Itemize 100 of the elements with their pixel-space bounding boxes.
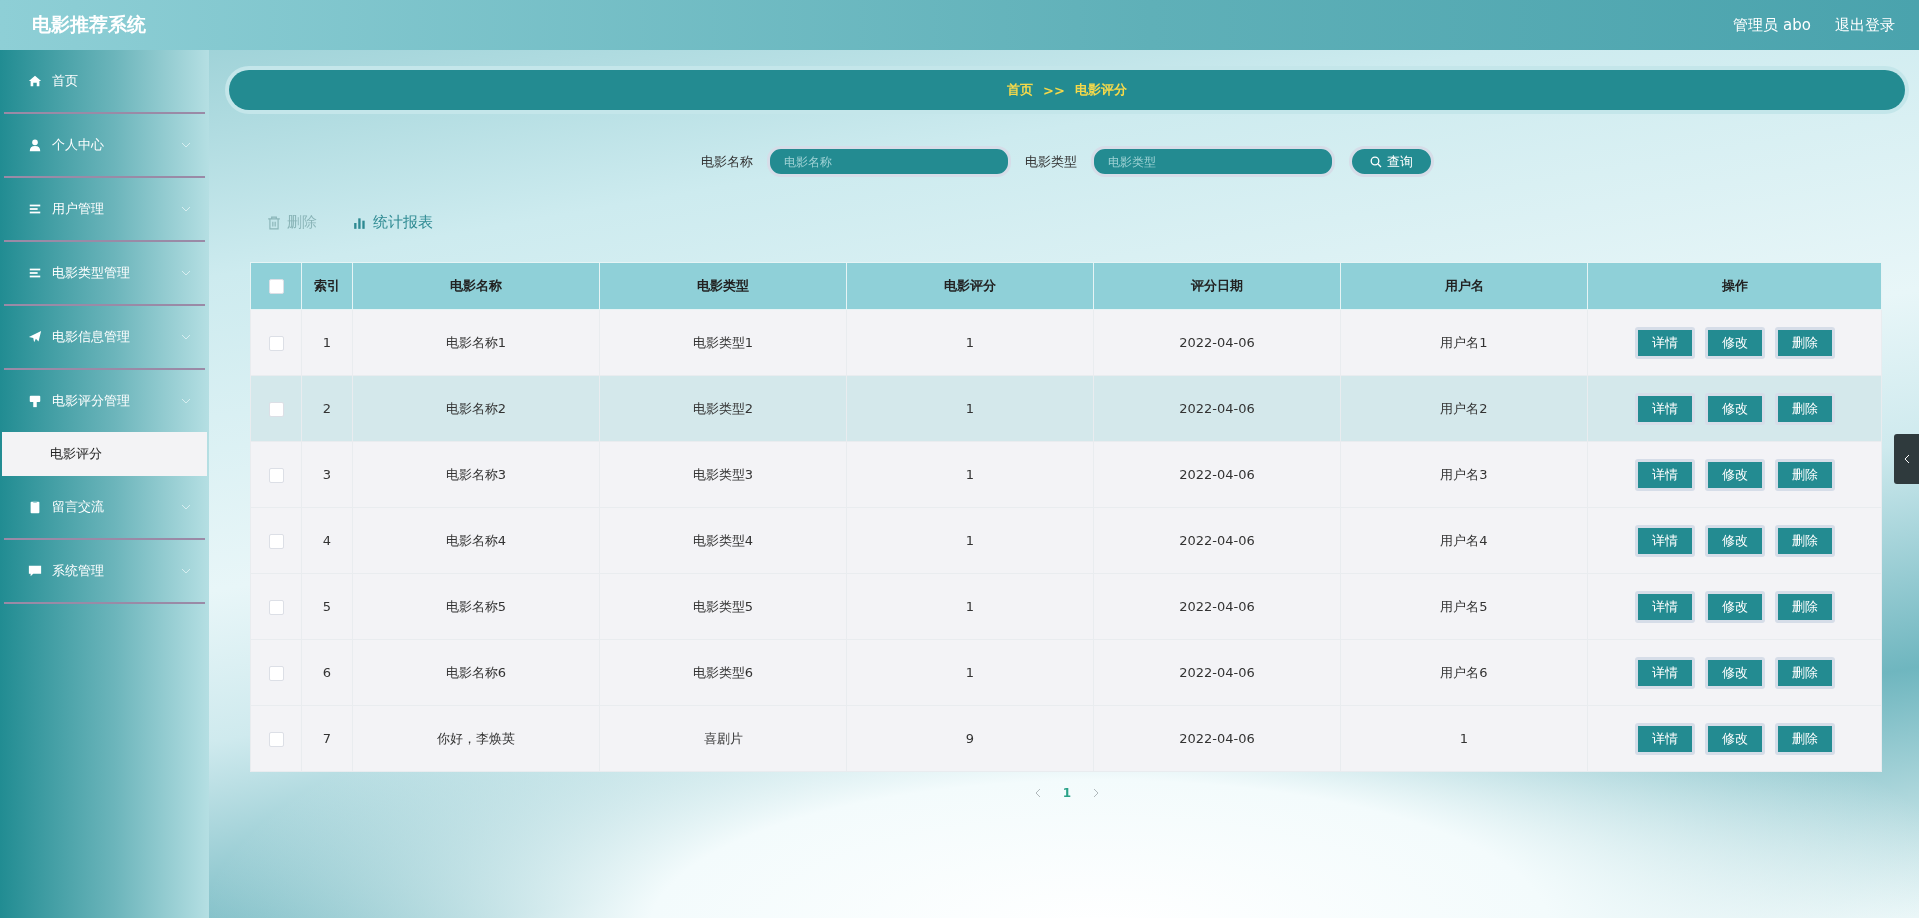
table-cell: 1 [846, 441, 1094, 508]
row-checkbox[interactable] [268, 401, 284, 417]
row-action-button[interactable]: 详情 [1634, 524, 1695, 557]
sidebar-item[interactable]: 首页 [0, 50, 209, 112]
list-icon [28, 202, 42, 216]
sidebar-item[interactable]: 电影评分管理 [0, 370, 209, 432]
row-action-button[interactable]: 删除 [1774, 326, 1835, 359]
table-cell: 电影类型5 [599, 573, 847, 640]
previous-page-icon[interactable] [1034, 788, 1041, 798]
table-cell: 电影名称3 [352, 441, 600, 508]
sidebar-item[interactable]: 电影类型管理 [0, 242, 209, 304]
table-cell: 用户名5 [1340, 573, 1588, 640]
table-cell: 2022-04-06 [1093, 705, 1341, 772]
bar-chart-icon [353, 215, 367, 230]
search-label: 电影类型 [1024, 152, 1077, 171]
row-action-button[interactable]: 详情 [1634, 590, 1695, 623]
row-checkbox[interactable] [268, 599, 284, 615]
table-cell: 电影类型3 [599, 441, 847, 508]
sidebar-item[interactable]: 电影信息管理 [0, 306, 209, 368]
sidebar-item[interactable]: 留言交流 [0, 476, 209, 538]
row-action-button[interactable]: 修改 [1704, 392, 1765, 425]
sign-icon [28, 394, 42, 408]
row-action-button[interactable]: 删除 [1774, 524, 1835, 557]
chevron-left-icon [1903, 454, 1910, 464]
breadcrumb-separator: >> [1043, 82, 1065, 98]
sidebar-item[interactable]: 个人中心 [0, 114, 209, 176]
chevron-down-icon [181, 206, 191, 212]
table-cell: 电影名称6 [352, 639, 600, 706]
table-cell: 1 [846, 375, 1094, 442]
row-action-button[interactable]: 详情 [1634, 722, 1695, 755]
page-number[interactable]: 1 [1062, 786, 1072, 800]
paper-plane-icon [28, 330, 42, 344]
table-cell: 2022-04-06 [1093, 309, 1341, 376]
table-cell: 电影名称1 [352, 309, 600, 376]
table-cell: 2 [301, 375, 353, 442]
breadcrumb-home-link[interactable]: 首页 [1007, 81, 1034, 99]
user-label: 管理员 abo [1733, 15, 1811, 35]
search-button[interactable]: 查询 [1348, 146, 1434, 177]
sidebar-item[interactable]: 用户管理 [0, 178, 209, 240]
table-cell: 6 [301, 639, 353, 706]
table-cell: 2022-04-06 [1093, 507, 1341, 574]
user-icon [28, 138, 42, 152]
submenu-item[interactable]: 电影评分 [2, 432, 207, 476]
column-header: 操作 [1587, 262, 1882, 310]
search-field[interactable]: 电影类型 [1090, 146, 1335, 177]
row-action-button[interactable]: 删除 [1774, 722, 1835, 755]
row-action-button[interactable]: 详情 [1634, 392, 1695, 425]
row-action-button[interactable]: 删除 [1774, 590, 1835, 623]
chevron-down-icon [181, 398, 191, 404]
table-cell: 1 [1340, 705, 1588, 772]
table-cell: 用户名3 [1340, 441, 1588, 508]
row-action-button[interactable]: 详情 [1634, 656, 1695, 689]
table-cell: 1 [846, 573, 1094, 640]
row-checkbox[interactable] [268, 665, 284, 681]
select-all-checkbox[interactable] [268, 279, 284, 294]
table-cell: 9 [846, 705, 1094, 772]
trash-icon [267, 215, 281, 230]
row-action-button[interactable]: 删除 [1774, 392, 1835, 425]
table-cell: 电影类型1 [599, 309, 847, 376]
sidebar-item-label: 首页 [52, 72, 79, 90]
row-action-button[interactable]: 详情 [1634, 326, 1695, 359]
row-action-button[interactable]: 删除 [1774, 458, 1835, 491]
logout-link[interactable]: 退出登录 [1835, 15, 1895, 35]
row-action-button[interactable]: 修改 [1704, 326, 1765, 359]
row-action-button[interactable]: 修改 [1704, 722, 1765, 755]
row-action-button[interactable]: 修改 [1704, 458, 1765, 491]
column-header: 电影类型 [599, 262, 847, 310]
collapse-tab[interactable] [1894, 434, 1919, 484]
chevron-down-icon [181, 334, 191, 340]
clipboard-icon [28, 500, 42, 514]
next-page-icon[interactable] [1093, 788, 1100, 798]
table-cell: 电影类型4 [599, 507, 847, 574]
row-checkbox[interactable] [268, 335, 284, 351]
table-cell: 用户名6 [1340, 639, 1588, 706]
breadcrumb-current: 电影评分 [1074, 81, 1127, 99]
row-action-button[interactable]: 详情 [1634, 458, 1695, 491]
chat-icon [28, 564, 42, 578]
row-action-button[interactable]: 删除 [1774, 656, 1835, 689]
search-field[interactable]: 电影名称 [766, 146, 1011, 177]
search-icon [1369, 155, 1382, 168]
table-cell: 1 [301, 309, 353, 376]
sidebar-item-label: 电影类型管理 [52, 264, 131, 282]
sidebar-item-label: 个人中心 [52, 136, 105, 154]
row-checkbox[interactable] [268, 467, 284, 483]
table-cell: 4 [301, 507, 353, 574]
row-action-button[interactable]: 修改 [1704, 656, 1765, 689]
report-button[interactable]: 统计报表 [353, 213, 433, 232]
table-cell: 2022-04-06 [1093, 441, 1341, 508]
sidebar-item-label: 系统管理 [52, 562, 105, 580]
row-checkbox[interactable] [268, 533, 284, 549]
table-cell: 5 [301, 573, 353, 640]
sidebar-item-label: 留言交流 [52, 498, 105, 516]
column-header: 电影名称 [352, 262, 600, 310]
sidebar-item-label: 电影信息管理 [52, 328, 131, 346]
row-action-button[interactable]: 修改 [1704, 524, 1765, 557]
row-checkbox[interactable] [268, 731, 284, 747]
sidebar-item[interactable]: 系统管理 [0, 540, 209, 602]
table-cell: 用户名2 [1340, 375, 1588, 442]
table-cell: 2022-04-06 [1093, 375, 1341, 442]
row-action-button[interactable]: 修改 [1704, 590, 1765, 623]
